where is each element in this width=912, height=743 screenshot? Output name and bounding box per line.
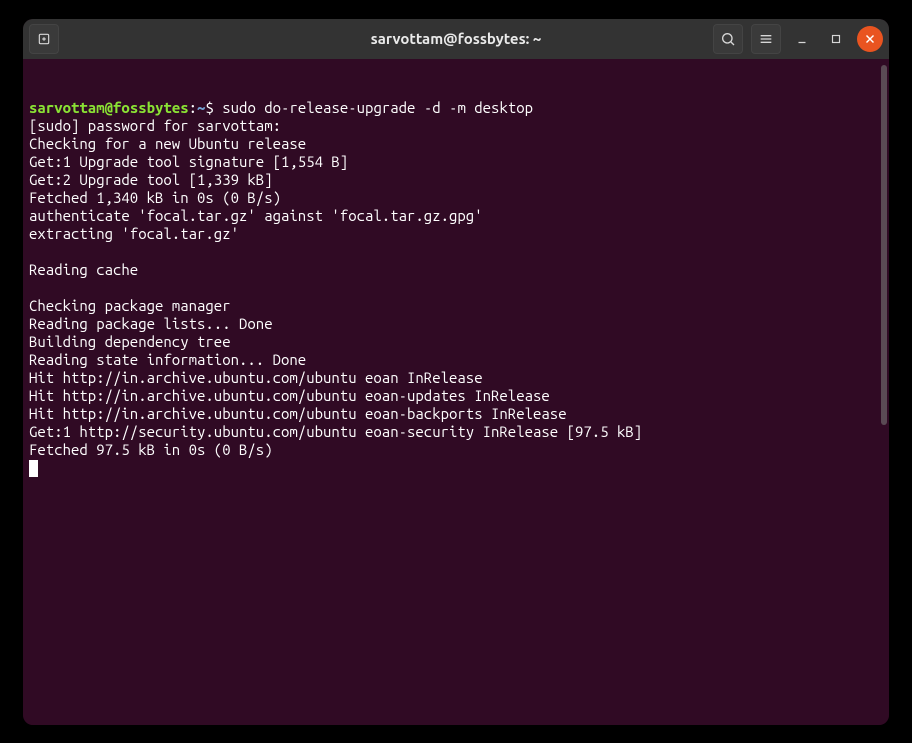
maximize-button[interactable] xyxy=(823,26,849,52)
cursor xyxy=(29,460,38,477)
terminal-body[interactable]: sarvottam@fossbytes:~$ sudo do-release-u… xyxy=(23,59,889,725)
menu-button[interactable] xyxy=(751,24,781,54)
prompt-at: @ xyxy=(105,99,113,116)
prompt-colon: : xyxy=(189,99,197,116)
minimize-button[interactable] xyxy=(789,26,815,52)
terminal-output: [sudo] password for sarvottam: Checking … xyxy=(29,117,883,459)
search-button[interactable] xyxy=(713,24,743,54)
search-icon xyxy=(720,31,736,47)
minimize-icon xyxy=(795,32,809,46)
maximize-icon xyxy=(829,32,843,46)
prompt-host: fossbytes xyxy=(113,99,189,116)
scrollbar[interactable] xyxy=(881,65,887,425)
prompt-user: sarvottam xyxy=(29,99,105,116)
close-icon xyxy=(863,32,877,46)
close-button[interactable] xyxy=(857,26,883,52)
new-tab-icon xyxy=(37,32,51,46)
hamburger-icon xyxy=(758,31,774,47)
titlebar: sarvottam@fossbytes: ~ xyxy=(23,19,889,59)
new-tab-button[interactable] xyxy=(29,24,59,54)
prompt-symbol: $ xyxy=(205,99,213,116)
command-text: sudo do-release-upgrade -d -m desktop xyxy=(222,99,533,116)
terminal-window: sarvottam@fossbytes: ~ xyxy=(23,19,889,725)
